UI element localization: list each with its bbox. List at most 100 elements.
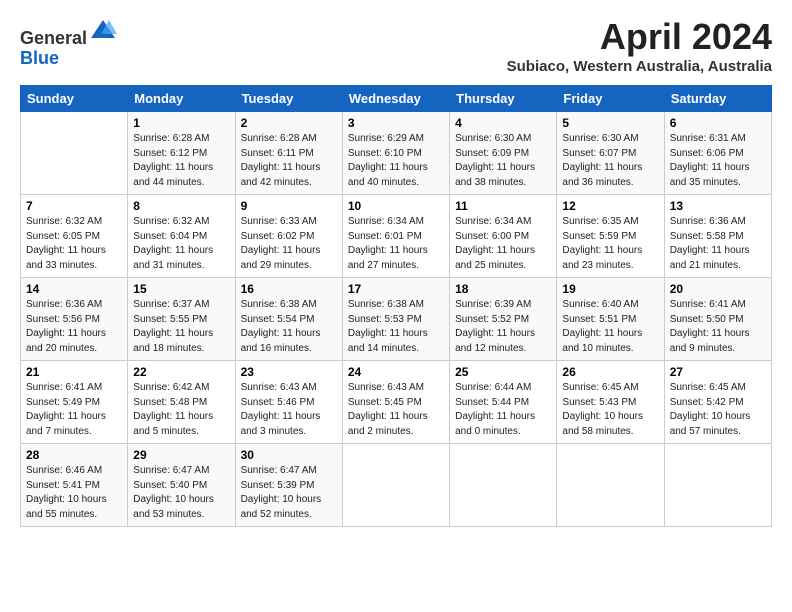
day-number: 15 (133, 282, 229, 296)
day-number: 11 (455, 199, 551, 213)
day-info: Sunrise: 6:41 AMSunset: 5:49 PMDaylight:… (26, 381, 122, 439)
day-number: 24 (348, 365, 444, 379)
day-info: Sunrise: 6:32 AMSunset: 6:05 PMDaylight:… (26, 215, 122, 273)
calendar-cell: 6Sunrise: 6:31 AMSunset: 6:06 PMDaylight… (664, 112, 771, 195)
day-number: 9 (241, 199, 337, 213)
day-info: Sunrise: 6:42 AMSunset: 5:48 PMDaylight:… (133, 381, 229, 439)
day-info: Sunrise: 6:43 AMSunset: 5:46 PMDaylight:… (241, 381, 337, 439)
day-number: 25 (455, 365, 551, 379)
day-info: Sunrise: 6:41 AMSunset: 5:50 PMDaylight:… (670, 298, 766, 356)
day-info: Sunrise: 6:30 AMSunset: 6:09 PMDaylight:… (455, 132, 551, 190)
day-info: Sunrise: 6:47 AMSunset: 5:39 PMDaylight:… (241, 464, 337, 522)
weekday-header-friday: Friday (557, 86, 664, 112)
calendar-cell: 29 Sunrise: 6:47 AMSunset: 5:40 PMDayligh… (128, 444, 235, 527)
calendar-cell: 20 Sunrise: 6:41 AMSunset: 5:50 PMDayligh… (664, 278, 771, 361)
day-info: Sunrise: 6:45 AMSunset: 5:42 PMDaylight:… (670, 381, 766, 439)
weekday-header-saturday: Saturday (664, 86, 771, 112)
calendar-cell: 11 Sunrise: 6:34 AMSunset: 6:00 PMDayligh… (450, 195, 557, 278)
day-number: 10 (348, 199, 444, 213)
day-number: 23 (241, 365, 337, 379)
calendar-cell: 17 Sunrise: 6:38 AMSunset: 5:53 PMDayligh… (342, 278, 449, 361)
day-info: Sunrise: 6:34 AMSunset: 6:01 PMDaylight:… (348, 215, 444, 273)
weekday-header-sunday: Sunday (21, 86, 128, 112)
calendar-cell: 25 Sunrise: 6:44 AMSunset: 5:44 PMDayligh… (450, 361, 557, 444)
calendar-cell: 23 Sunrise: 6:43 AMSunset: 5:46 PMDayligh… (235, 361, 342, 444)
calendar-cell: 3 Sunrise: 6:29 AMSunset: 6:10 PMDaylight… (342, 112, 449, 195)
day-number: 20 (670, 282, 766, 296)
day-number: 7 (26, 199, 122, 213)
calendar-cell: 1 Sunrise: 6:28 AMSunset: 6:12 PMDaylight… (128, 112, 235, 195)
weekday-header-wednesday: Wednesday (342, 86, 449, 112)
day-number: 13 (670, 199, 766, 213)
day-number: 3 (348, 116, 444, 130)
calendar-cell (557, 444, 664, 527)
day-number: 19 (562, 282, 658, 296)
calendar-cell: 21Sunrise: 6:41 AMSunset: 5:49 PMDayligh… (21, 361, 128, 444)
day-info: Sunrise: 6:46 AMSunset: 5:41 PMDaylight:… (26, 464, 122, 522)
logo-general: General (20, 28, 87, 48)
calendar-cell (664, 444, 771, 527)
day-info: Sunrise: 6:39 AMSunset: 5:52 PMDaylight:… (455, 298, 551, 356)
calendar-cell: 4Sunrise: 6:30 AMSunset: 6:09 PMDaylight… (450, 112, 557, 195)
calendar-cell: 18 Sunrise: 6:39 AMSunset: 5:52 PMDayligh… (450, 278, 557, 361)
day-info: Sunrise: 6:29 AMSunset: 6:10 PMDaylight:… (348, 132, 444, 190)
calendar-cell: 12Sunrise: 6:35 AMSunset: 5:59 PMDayligh… (557, 195, 664, 278)
day-info: Sunrise: 6:38 AMSunset: 5:54 PMDaylight:… (241, 298, 337, 356)
calendar-cell: 27 Sunrise: 6:45 AMSunset: 5:42 PMDayligh… (664, 361, 771, 444)
weekday-header-tuesday: Tuesday (235, 86, 342, 112)
calendar-cell: 19Sunrise: 6:40 AMSunset: 5:51 PMDayligh… (557, 278, 664, 361)
calendar-week-row: 21Sunrise: 6:41 AMSunset: 5:49 PMDayligh… (21, 361, 772, 444)
calendar-table: SundayMondayTuesdayWednesdayThursdayFrid… (20, 85, 772, 527)
day-info: Sunrise: 6:30 AMSunset: 6:07 PMDaylight:… (562, 132, 658, 190)
weekday-header-monday: Monday (128, 86, 235, 112)
calendar-cell: 15 Sunrise: 6:37 AMSunset: 5:55 PMDayligh… (128, 278, 235, 361)
page-header: General Blue April 2024 Subiaco, Western… (20, 16, 772, 75)
day-info: Sunrise: 6:47 AMSunset: 5:40 PMDaylight:… (133, 464, 229, 522)
day-number: 17 (348, 282, 444, 296)
calendar-cell (21, 112, 128, 195)
location-subtitle: Subiaco, Western Australia, Australia (507, 58, 772, 75)
day-info: Sunrise: 6:37 AMSunset: 5:55 PMDaylight:… (133, 298, 229, 356)
calendar-cell: 10 Sunrise: 6:34 AMSunset: 6:01 PMDayligh… (342, 195, 449, 278)
day-info: Sunrise: 6:36 AMSunset: 5:58 PMDaylight:… (670, 215, 766, 273)
day-number: 22 (133, 365, 229, 379)
weekday-header-thursday: Thursday (450, 86, 557, 112)
day-number: 5 (562, 116, 658, 130)
calendar-cell: 13 Sunrise: 6:36 AMSunset: 5:58 PMDayligh… (664, 195, 771, 278)
day-number: 1 (133, 116, 229, 130)
day-info: Sunrise: 6:38 AMSunset: 5:53 PMDaylight:… (348, 298, 444, 356)
calendar-cell: 28Sunrise: 6:46 AMSunset: 5:41 PMDayligh… (21, 444, 128, 527)
calendar-cell: 9 Sunrise: 6:33 AMSunset: 6:02 PMDaylight… (235, 195, 342, 278)
calendar-cell: 30 Sunrise: 6:47 AMSunset: 5:39 PMDayligh… (235, 444, 342, 527)
day-number: 27 (670, 365, 766, 379)
day-number: 6 (670, 116, 766, 130)
day-number: 14 (26, 282, 122, 296)
day-info: Sunrise: 6:28 AMSunset: 6:12 PMDaylight:… (133, 132, 229, 190)
day-number: 18 (455, 282, 551, 296)
calendar-cell: 14 Sunrise: 6:36 AMSunset: 5:56 PMDayligh… (21, 278, 128, 361)
day-number: 29 (133, 448, 229, 462)
calendar-cell: 16Sunrise: 6:38 AMSunset: 5:54 PMDayligh… (235, 278, 342, 361)
day-info: Sunrise: 6:28 AMSunset: 6:11 PMDaylight:… (241, 132, 337, 190)
day-info: Sunrise: 6:44 AMSunset: 5:44 PMDaylight:… (455, 381, 551, 439)
calendar-cell: 26 Sunrise: 6:45 AMSunset: 5:43 PMDayligh… (557, 361, 664, 444)
calendar-cell: 2 Sunrise: 6:28 AMSunset: 6:11 PMDaylight… (235, 112, 342, 195)
day-info: Sunrise: 6:45 AMSunset: 5:43 PMDaylight:… (562, 381, 658, 439)
weekday-header-row: SundayMondayTuesdayWednesdayThursdayFrid… (21, 86, 772, 112)
day-number: 12 (562, 199, 658, 213)
month-title: April 2024 (507, 16, 772, 58)
day-number: 30 (241, 448, 337, 462)
day-info: Sunrise: 6:36 AMSunset: 5:56 PMDaylight:… (26, 298, 122, 356)
day-number: 2 (241, 116, 337, 130)
day-number: 26 (562, 365, 658, 379)
logo-icon (89, 16, 117, 44)
title-block: April 2024 Subiaco, Western Australia, A… (507, 16, 772, 75)
calendar-cell: 22 Sunrise: 6:42 AMSunset: 5:48 PMDayligh… (128, 361, 235, 444)
day-info: Sunrise: 6:32 AMSunset: 6:04 PMDaylight:… (133, 215, 229, 273)
calendar-week-row: 1 Sunrise: 6:28 AMSunset: 6:12 PMDaylight… (21, 112, 772, 195)
calendar-week-row: 7 Sunrise: 6:32 AMSunset: 6:05 PMDaylight… (21, 195, 772, 278)
calendar-cell (342, 444, 449, 527)
day-info: Sunrise: 6:33 AMSunset: 6:02 PMDaylight:… (241, 215, 337, 273)
logo-blue: Blue (20, 48, 59, 68)
day-info: Sunrise: 6:34 AMSunset: 6:00 PMDaylight:… (455, 215, 551, 273)
